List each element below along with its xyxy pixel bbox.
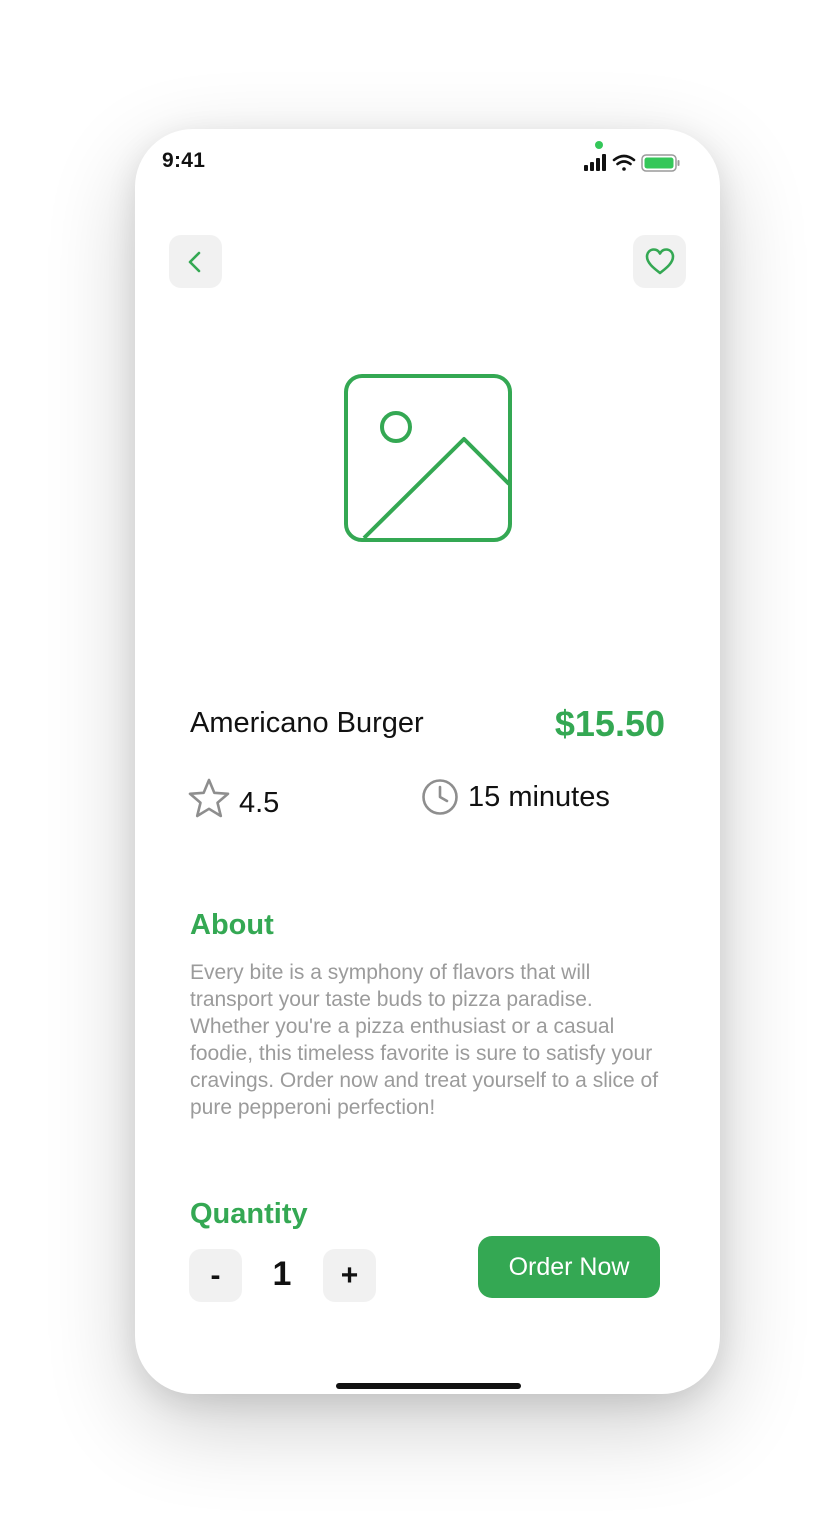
- order-now-button[interactable]: Order Now: [478, 1236, 660, 1298]
- heart-icon: [645, 247, 674, 274]
- product-name: Americano Burger: [190, 707, 424, 739]
- quantity-heading: Quantity: [190, 1198, 308, 1230]
- order-now-label: Order Now: [508, 1252, 630, 1281]
- increment-button[interactable]: +: [323, 1249, 376, 1302]
- star-icon: [188, 778, 230, 818]
- favorite-button[interactable]: [633, 235, 686, 288]
- phone-screen: 9:41 Americano Burger $15.50 4.5 15 minu…: [135, 129, 720, 1394]
- increment-label: +: [340, 1258, 359, 1292]
- signal-bars-icon: [584, 154, 606, 171]
- wifi-icon: [612, 154, 636, 171]
- rating: 4.5: [187, 777, 279, 821]
- product-price: $15.50: [554, 703, 665, 744]
- status-time: 9:41: [162, 149, 206, 172]
- battery-icon: [641, 154, 680, 172]
- clock-icon: [422, 779, 458, 815]
- prep-time: 15 minutes: [420, 777, 610, 817]
- decrement-button[interactable]: -: [189, 1249, 242, 1302]
- about-heading: About: [190, 909, 274, 941]
- back-button[interactable]: [169, 235, 222, 288]
- decrement-label: -: [210, 1258, 221, 1292]
- quantity-value: 1: [272, 1255, 292, 1293]
- chevron-left-icon: [188, 251, 200, 272]
- home-indicator[interactable]: [336, 1383, 521, 1389]
- prep-time-value: 15 minutes: [468, 780, 610, 813]
- status-icons: [584, 154, 680, 172]
- rating-value: 4.5: [239, 786, 280, 819]
- about-description: Every bite is a symphony of flavors that…: [190, 961, 659, 1119]
- camera-indicator: [595, 141, 603, 149]
- image-placeholder-icon: [344, 374, 512, 542]
